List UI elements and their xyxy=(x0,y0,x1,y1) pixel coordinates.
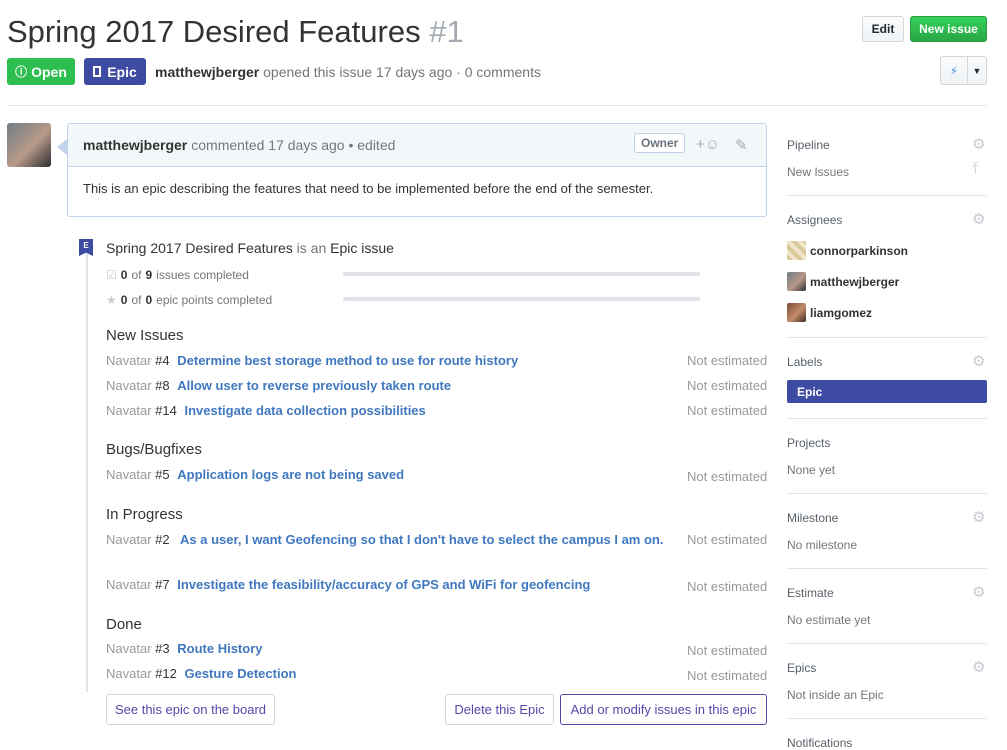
labels-title[interactable]: Labels xyxy=(787,355,822,369)
avatar xyxy=(787,272,806,291)
star-icon: ★ xyxy=(106,293,117,307)
section-title: New Issues xyxy=(106,327,184,344)
author-link[interactable]: matthewjberger xyxy=(155,64,259,80)
delete-epic-button[interactable]: Delete this Epic xyxy=(445,694,554,725)
issue-link[interactable]: Route History xyxy=(177,641,262,656)
issues-progress-bar xyxy=(343,272,700,276)
avatar xyxy=(787,303,806,322)
list-item: Navatar #4 Determine best storage method… xyxy=(106,353,768,368)
comment-meta: commented 17 days ago • edited xyxy=(191,137,396,153)
milestone-title[interactable]: Milestone xyxy=(787,511,838,525)
points-progress-text: ★ 0 of 0 epic points completed xyxy=(106,293,273,307)
projects-title: Projects xyxy=(787,436,831,450)
epics-title[interactable]: Epics xyxy=(787,661,816,675)
assignee[interactable]: connorparkinson xyxy=(787,241,908,260)
gear-icon[interactable]: ⚙ xyxy=(972,508,985,526)
issue-link[interactable]: Determine best storage method to use for… xyxy=(177,353,518,368)
sidebar-divider xyxy=(787,643,987,644)
assignee[interactable]: matthewjberger xyxy=(787,272,899,291)
issue-link[interactable]: As a user, I want Geofencing so that I d… xyxy=(180,529,680,550)
sidebar-divider xyxy=(787,568,987,569)
epic-title: Spring 2017 Desired Features is an Epic … xyxy=(106,240,394,256)
issue-meta: matthewjberger opened this issue 17 days… xyxy=(155,64,541,80)
comment-body: This is an epic describing the features … xyxy=(83,181,654,196)
milestone-value: No milestone xyxy=(787,538,858,552)
assignees-title[interactable]: Assignees xyxy=(787,213,842,227)
avatar xyxy=(787,241,806,260)
assignee[interactable]: liamgomez xyxy=(787,303,872,322)
header-divider xyxy=(7,105,987,106)
issue-link[interactable]: Gesture Detection xyxy=(184,666,296,681)
issues-progress-text: ☑ 0 of 9 issues completed xyxy=(106,268,249,282)
sidebar-divider xyxy=(787,493,987,494)
estimate-value: No estimate yet xyxy=(787,613,871,627)
sidebar-divider xyxy=(787,418,987,419)
issue-link[interactable]: Investigate the feasibility/accuracy of … xyxy=(177,577,590,592)
section-title: Done xyxy=(106,616,142,633)
gear-icon[interactable]: ⚙ xyxy=(972,658,985,676)
epic-badge: Epic xyxy=(84,58,146,85)
issue-link[interactable]: Investigate data collection possibilitie… xyxy=(184,403,425,418)
issue-number: #1 xyxy=(429,14,464,49)
section-title: In Progress xyxy=(106,506,183,523)
gear-icon[interactable]: ⚙ xyxy=(972,210,985,228)
timeline xyxy=(86,252,88,692)
estimate-title[interactable]: Estimate xyxy=(787,586,834,600)
epic-icon xyxy=(93,66,102,77)
list-item: Navatar #8 Allow user to reverse previou… xyxy=(106,378,768,393)
label-epic: Epic xyxy=(787,380,987,403)
zenhub-icon[interactable]: ⚡ xyxy=(940,56,968,85)
sidebar-divider xyxy=(787,337,987,338)
new-issue-button[interactable]: New issue xyxy=(910,16,987,42)
gear-icon[interactable]: ⚙ xyxy=(972,352,985,370)
comment-box: matthewjberger commented 17 days ago • e… xyxy=(67,123,767,217)
projects-value: None yet xyxy=(787,463,836,477)
list-item: Navatar #12 Gesture Detection Not estima… xyxy=(106,666,768,683)
gear-icon[interactable]: ⚙ xyxy=(972,583,985,601)
section-title: Bugs/Bugfixes xyxy=(106,441,202,458)
list-item: Navatar #7 Investigate the feasibility/a… xyxy=(106,577,768,594)
pipeline-value: New Issues xyxy=(787,165,850,179)
issue-link[interactable]: Application logs are not being saved xyxy=(177,467,404,482)
comment-header: matthewjberger commented 17 days ago • e… xyxy=(68,124,766,167)
arrow-up-icon[interactable]: ⤒ xyxy=(972,160,979,177)
pipeline-title[interactable]: Pipeline xyxy=(787,138,830,152)
list-item: Navatar #5 Application logs are not bein… xyxy=(106,467,768,484)
modify-epic-issues-button[interactable]: Add or modify issues in this epic xyxy=(560,694,767,725)
comment-arrow xyxy=(57,139,67,155)
issue-link[interactable]: Allow user to reverse previously taken r… xyxy=(177,378,451,393)
list-item: Navatar #2 As a user, I want Geofencing … xyxy=(106,532,767,574)
state-badge: ⓘ Open xyxy=(7,58,75,85)
notifications-title: Notifications xyxy=(787,736,853,750)
points-progress-bar xyxy=(343,297,700,301)
list-item: Navatar #14 Investigate data collection … xyxy=(106,403,768,418)
see-epic-on-board-button[interactable]: See this epic on the board xyxy=(106,694,275,725)
epics-value: Not inside an Epic xyxy=(787,688,884,702)
sidebar-divider xyxy=(787,195,987,196)
issue-title: Spring 2017 Desired Features #1 xyxy=(7,14,464,49)
pencil-icon[interactable]: ✎ xyxy=(735,136,748,154)
avatar[interactable] xyxy=(7,123,51,167)
chevron-down-icon[interactable]: ▼ xyxy=(967,56,987,85)
reaction-icon[interactable]: +☺ xyxy=(696,136,720,153)
sidebar-divider xyxy=(787,718,987,719)
issue-opened-icon: ⓘ xyxy=(15,65,28,79)
edit-button[interactable]: Edit xyxy=(862,16,904,42)
list-item: Navatar #3 Route History Not estimated xyxy=(106,641,768,658)
checklist-icon: ☑ xyxy=(106,268,117,282)
gear-icon[interactable]: ⚙ xyxy=(972,135,985,153)
comment-author[interactable]: matthewjberger xyxy=(83,137,187,153)
owner-badge: Owner xyxy=(634,133,686,153)
